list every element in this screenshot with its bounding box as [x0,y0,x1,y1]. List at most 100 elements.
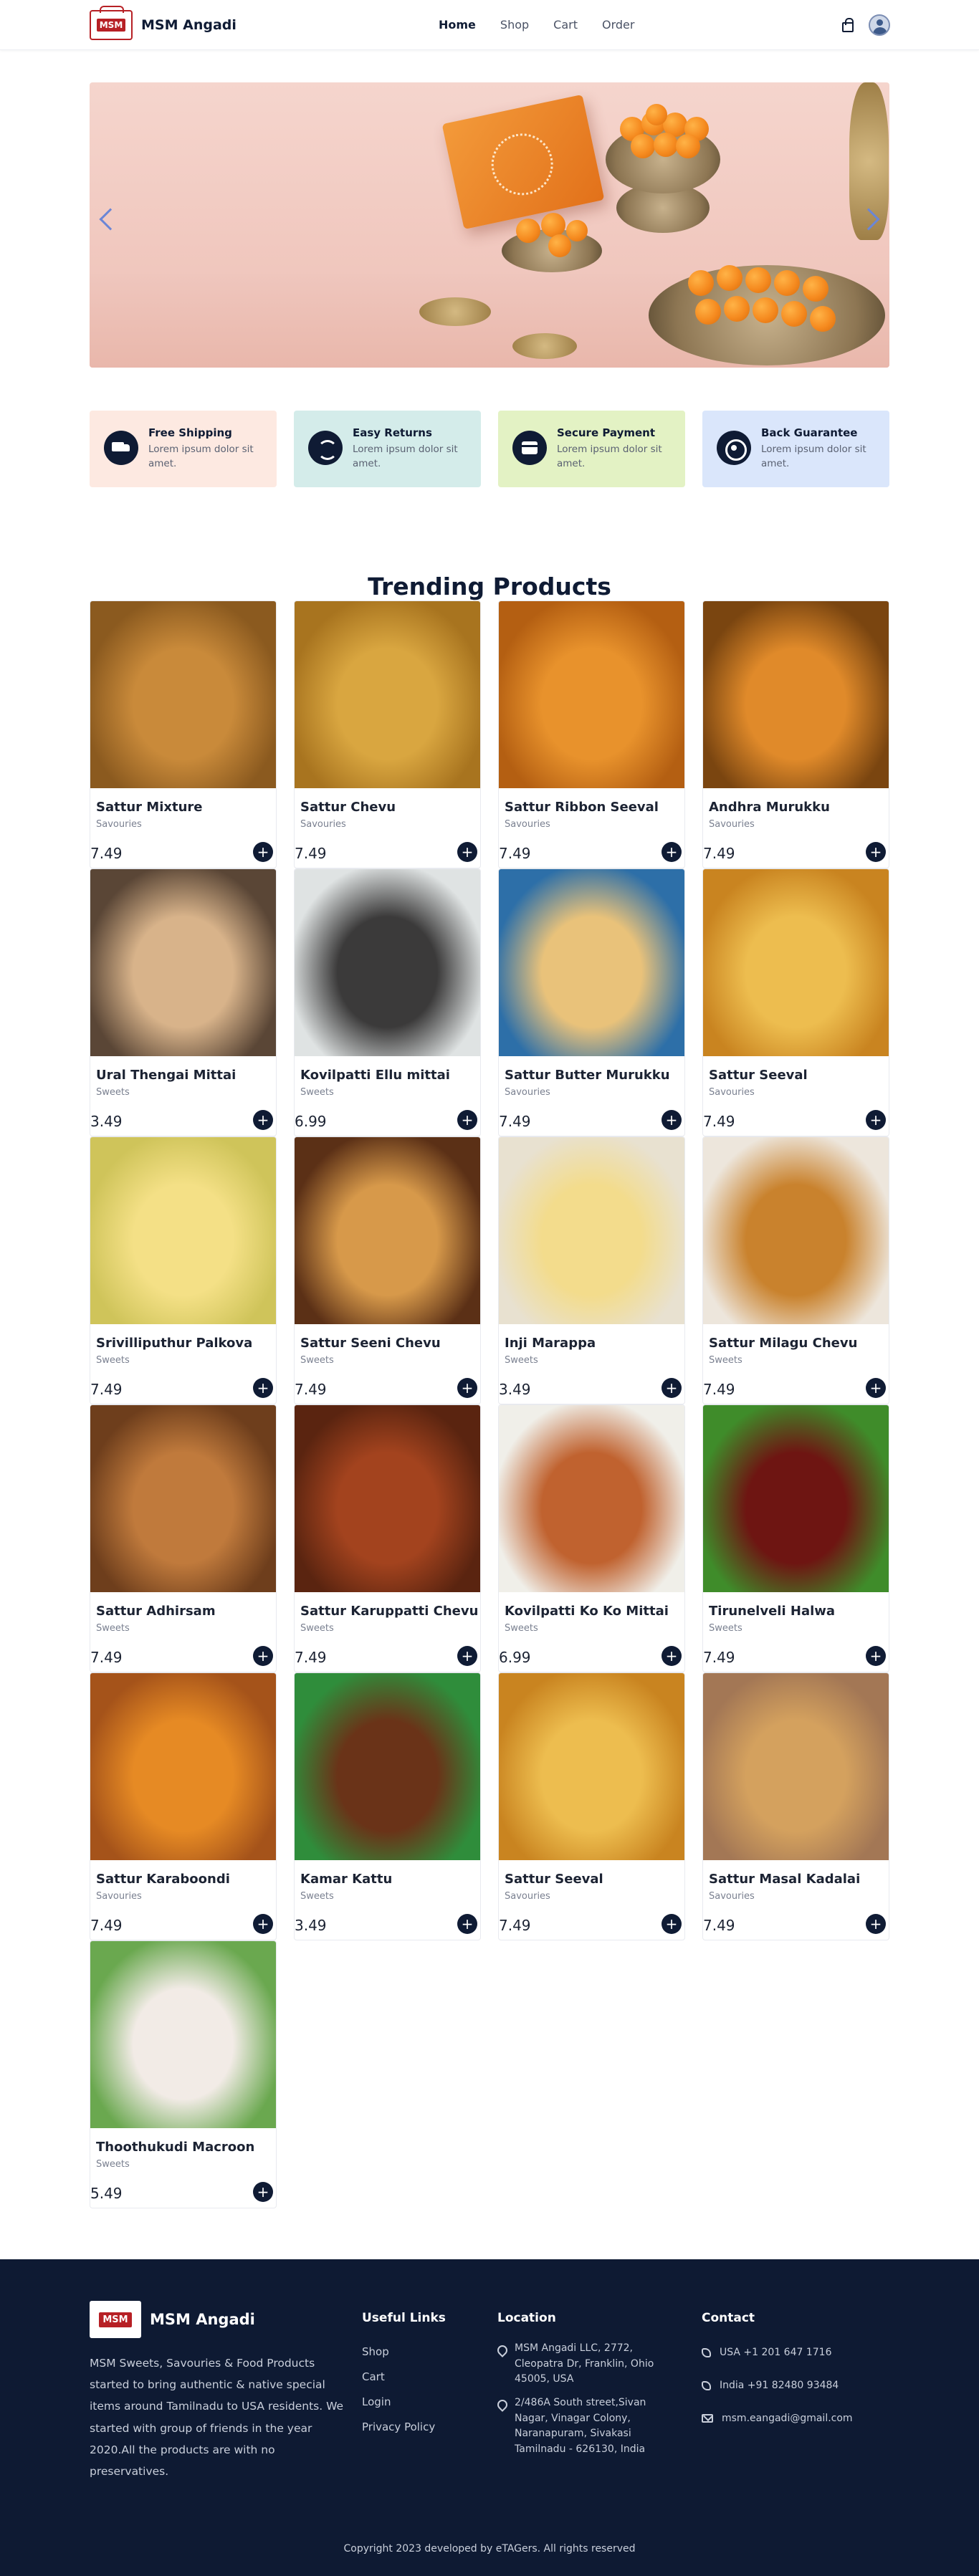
product-card[interactable]: Sattur Karuppatti Chevu Sweets 7.49 + [294,1404,481,1672]
product-card[interactable]: Sattur Masal Kadalai Savouries 7.49 + [702,1672,889,1940]
product-image[interactable] [499,1137,684,1324]
add-to-cart-button[interactable]: + [866,1378,886,1398]
product-image[interactable] [499,869,684,1056]
product-image[interactable] [703,601,889,788]
product-card[interactable]: Sattur Seeval Savouries 7.49 + [498,1672,685,1940]
add-to-cart-button[interactable]: + [253,1378,273,1398]
product-image[interactable] [499,601,684,788]
product-image[interactable] [703,1673,889,1860]
product-price: 7.49 [90,1649,123,1666]
product-card[interactable]: Kamar Kattu Sweets 3.49 + [294,1672,481,1940]
add-to-cart-button[interactable]: + [253,1110,273,1130]
product-card[interactable]: Ural Thengai Mittai Sweets 3.49 + [90,868,277,1136]
add-to-cart-button[interactable]: + [253,1914,273,1934]
contact-email[interactable]: msm.eangadi@gmail.com [702,2413,853,2424]
product-card[interactable]: Sattur Seeval Savouries 7.49 + [702,868,889,1136]
product-category: Sweets [505,1623,538,1634]
product-image[interactable] [499,1673,684,1860]
carousel-prev-button[interactable] [99,208,122,231]
add-to-cart-button[interactable]: + [662,842,682,862]
product-card[interactable]: Sattur Mixture Savouries 7.49 + [90,600,277,868]
product-category: Sweets [300,1087,334,1098]
product-price: 7.49 [90,1917,123,1934]
product-image[interactable] [295,1137,480,1324]
add-to-cart-button[interactable]: + [662,1914,682,1934]
footer-link-shop[interactable]: Shop [362,2345,435,2358]
product-name: Sattur Karuppatti Chevu [300,1604,479,1619]
product-card[interactable]: Sattur Chevu Savouries 7.49 + [294,600,481,868]
product-price: 7.49 [90,1381,123,1398]
footer-link-privacy[interactable]: Privacy Policy [362,2421,435,2433]
product-image[interactable] [295,1673,480,1860]
product-card[interactable]: Andhra Murukku Savouries 7.49 + [702,600,889,868]
nav-shop[interactable]: Shop [500,18,529,32]
payment-icon [512,431,547,465]
product-price: 7.49 [703,1381,735,1398]
add-to-cart-button[interactable]: + [866,1914,886,1934]
product-image[interactable] [703,1137,889,1324]
product-image[interactable] [90,601,276,788]
add-to-cart-button[interactable]: + [866,1646,886,1666]
add-to-cart-button[interactable]: + [662,1646,682,1666]
product-card[interactable]: Kovilpatti Ellu mittai Sweets 6.99 + [294,868,481,1136]
product-image[interactable] [90,1405,276,1592]
add-to-cart-button[interactable]: + [457,1914,477,1934]
product-image[interactable] [703,869,889,1056]
add-to-cart-button[interactable]: + [457,1646,477,1666]
product-image[interactable] [295,869,480,1056]
product-card[interactable]: Sattur Adhirsam Sweets 7.49 + [90,1404,277,1672]
phone-icon [702,2380,711,2390]
add-to-cart-button[interactable]: + [866,842,886,862]
product-card[interactable]: Sattur Seeni Chevu Sweets 7.49 + [294,1136,481,1404]
product-card[interactable]: Kovilpatti Ko Ko Mittai Sweets 6.99 + [498,1404,685,1672]
product-card[interactable]: Sattur Karaboondi Savouries 7.49 + [90,1672,277,1940]
product-card[interactable]: Tirunelveli Halwa Sweets 7.49 + [702,1404,889,1672]
product-card[interactable]: Sattur Ribbon Seeval Savouries 7.49 + [498,600,685,868]
product-card[interactable]: Thoothukudi Macroon Sweets 5.49 + [90,1940,277,2208]
product-image[interactable] [703,1405,889,1592]
nav-cart[interactable]: Cart [553,18,578,32]
product-price: 7.49 [499,1917,531,1934]
product-image[interactable] [90,1137,276,1324]
product-image[interactable] [295,1405,480,1592]
add-to-cart-button[interactable]: + [662,1378,682,1398]
footer-brand[interactable]: MSM MSM Angadi [90,2301,255,2338]
add-to-cart-button[interactable]: + [866,1110,886,1130]
contact-title: Contact [702,2311,755,2325]
shopping-bag-icon[interactable] [841,17,854,32]
add-to-cart-button[interactable]: + [457,1110,477,1130]
user-avatar[interactable] [869,14,890,36]
product-image[interactable] [90,1673,276,1860]
product-name: Ural Thengai Mittai [96,1068,237,1083]
add-to-cart-button[interactable]: + [253,1646,273,1666]
add-to-cart-button[interactable]: + [253,2182,273,2202]
product-price: 7.49 [295,1649,327,1666]
product-name: Srivilliputhur Palkova [96,1336,253,1351]
product-name: Sattur Milagu Chevu [709,1336,858,1351]
product-card[interactable]: Sattur Butter Murukku Savouries 7.49 + [498,868,685,1136]
contact-india-phone[interactable]: India +91 82480 93484 [702,2380,839,2391]
product-image[interactable] [90,1941,276,2128]
product-card[interactable]: Srivilliputhur Palkova Sweets 7.49 + [90,1136,277,1404]
footer-link-login[interactable]: Login [362,2395,435,2408]
product-image[interactable] [499,1405,684,1592]
product-name: Tirunelveli Halwa [709,1604,836,1619]
brand[interactable]: MSM MSM Angadi [90,5,237,40]
add-to-cart-button[interactable]: + [253,842,273,862]
product-category: Sweets [505,1355,538,1366]
add-to-cart-button[interactable]: + [457,842,477,862]
product-name: Kovilpatti Ko Ko Mittai [505,1604,669,1619]
nav-home[interactable]: Home [439,18,476,32]
product-card[interactable]: Sattur Milagu Chevu Sweets 7.49 + [702,1136,889,1404]
nav-order[interactable]: Order [602,18,634,32]
product-name: Kovilpatti Ellu mittai [300,1068,450,1083]
add-to-cart-button[interactable]: + [662,1110,682,1130]
contact-usa-phone[interactable]: USA +1 201 647 1716 [702,2347,831,2358]
footer-link-cart[interactable]: Cart [362,2370,435,2383]
product-image[interactable] [295,601,480,788]
product-card[interactable]: Inji Marappa Sweets 3.49 + [498,1136,685,1404]
contact-text: msm.eangadi@gmail.com [722,2413,853,2424]
product-image[interactable] [90,869,276,1056]
add-to-cart-button[interactable]: + [457,1378,477,1398]
product-category: Sweets [96,1087,130,1098]
